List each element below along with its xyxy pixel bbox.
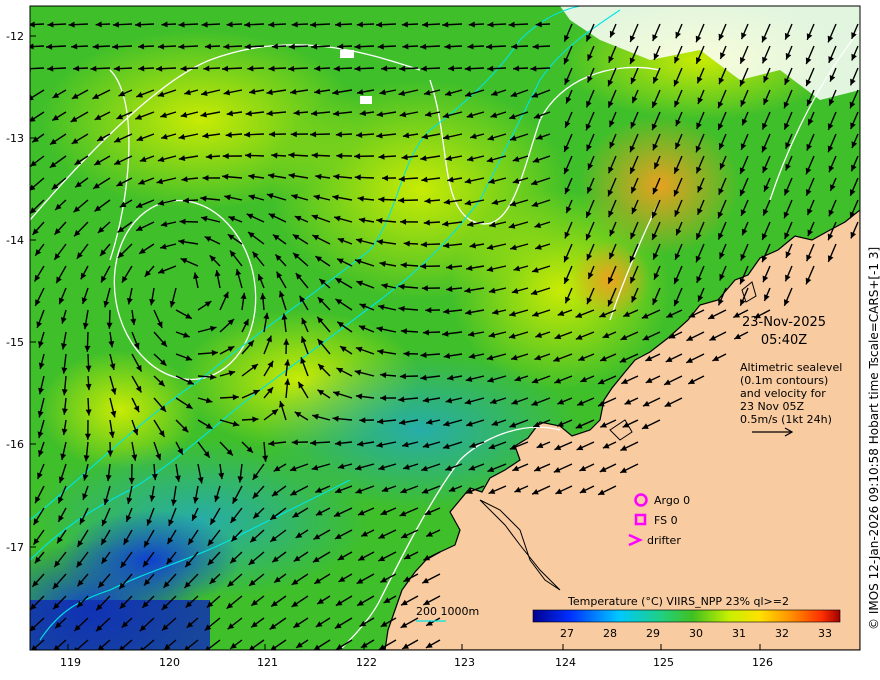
date-label: 23-Nov-2025	[742, 315, 826, 330]
colorbar-title: Temperature (°C) VIIRS_NPP 23% ql>=2	[567, 595, 789, 608]
fs-label: FS 0	[654, 514, 678, 527]
lon-tick: 121	[257, 656, 278, 669]
isobath-label: 200 1000m	[416, 605, 479, 618]
lat-tick: -16	[6, 438, 24, 451]
colorbar-tick: 30	[689, 627, 703, 640]
legend-line: Altimetric sealevel	[740, 361, 842, 374]
colorbar-gradient	[532, 609, 841, 623]
lon-tick: 119	[60, 656, 81, 669]
lat-tick: -14	[6, 234, 24, 247]
legend-line: 0.5m/s (1kt 24h)	[740, 413, 832, 426]
colorbar-tick: 27	[560, 627, 574, 640]
time-label: 05:40Z	[761, 333, 807, 348]
colorbar-tick: 32	[775, 627, 789, 640]
colorbar-tick: 31	[732, 627, 746, 640]
colorbar-tick: 29	[646, 627, 660, 640]
lat-tick: -13	[6, 132, 24, 145]
legend-line: (0.1m contours)	[740, 374, 828, 387]
sst-map: -12 -13 -14 -15 -16 -17 119 120 121 122 …	[6, 5, 880, 669]
velocity-arrow	[30, 67, 45, 70]
lat-tick: -15	[6, 336, 24, 349]
legend-line: 23 Nov 05Z	[740, 400, 804, 413]
lon-tick: 124	[555, 656, 576, 669]
colorbar-tick: 33	[818, 627, 832, 640]
lon-tick: 123	[454, 656, 475, 669]
argo-label: Argo 0	[654, 494, 690, 507]
colorbar-tick: 28	[603, 627, 617, 640]
lon-tick: 125	[653, 656, 674, 669]
lon-tick: 120	[159, 656, 180, 669]
drifter-label: drifter	[647, 534, 681, 547]
copyright-text: © IMOS 12-Jan-2026 09:10:58 Hobart time …	[867, 247, 880, 630]
lon-tick: 126	[752, 656, 773, 669]
lat-tick: -17	[6, 541, 24, 554]
lon-tick: 122	[356, 656, 377, 669]
legend-line: and velocity for	[740, 387, 826, 400]
lat-tick: -12	[6, 30, 24, 43]
